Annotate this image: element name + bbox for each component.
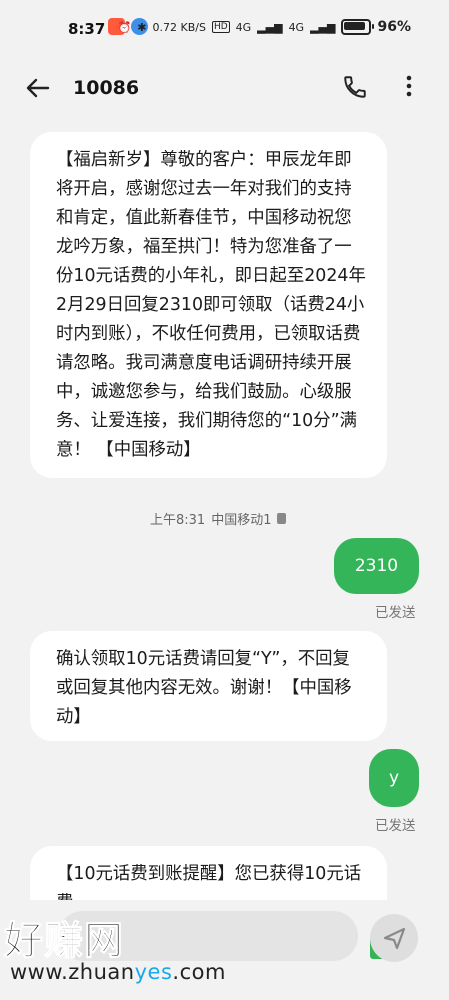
alarm-icon: ⏰ (117, 20, 132, 34)
sim-card-icon (277, 513, 287, 524)
signal-icon: ▂▄▆ (257, 20, 283, 34)
message-text: 【福启新岁】尊敬的客户：甲辰龙年即将开启，感谢您过去一年对我们的支持和肯定，值此… (56, 150, 366, 460)
send-button[interactable] (370, 914, 418, 962)
signal-left: 4G (235, 20, 252, 34)
back-arrow-icon[interactable] (24, 74, 54, 104)
watermark-logo: 好赚网 (3, 919, 125, 965)
bluetooth-icon: ✱ (137, 20, 147, 34)
incoming-message-bubble-2[interactable]: 确认领取10元话费请回复“Y”，不回复或回复其他内容无效。谢谢！【中国移动】 (30, 631, 387, 741)
net-speed: 0.72 KB/S (152, 20, 206, 34)
outgoing-text: 2310 (354, 556, 399, 576)
watermark-url-prefix: www.zhuan (10, 960, 135, 984)
timestamp-sim: 中国移动1 (211, 513, 272, 528)
watermark-url: www.zhuanyes.com (10, 960, 226, 984)
sent-status-2: 已发送 (375, 818, 416, 834)
more-options-icon[interactable] (396, 74, 422, 102)
outgoing-text-2: y (388, 768, 400, 788)
conversation-header: 10086 (0, 58, 449, 120)
phone-svg (344, 76, 366, 98)
incoming-message-bubble[interactable]: 【福启新岁】尊敬的客户：甲辰龙年即将开启，感谢您过去一年对我们的支持和肯定，值此… (30, 132, 387, 478)
outgoing-message-bubble-2[interactable]: y (369, 749, 419, 807)
back-arrow-svg (26, 78, 50, 98)
status-right-group: ⏰ ✱ 0.72 KB/S HD 4G ▂▄▆ 4G ▂▄▆ 96% (118, 19, 411, 35)
status-bar: 8:37 ⏰ ✱ 0.72 KB/S HD 4G ▂▄▆ 4G ▂▄▆ 96% (0, 0, 449, 58)
hd-icon: HD (211, 21, 230, 33)
phone-call-icon[interactable] (342, 74, 370, 102)
message-timestamp: 上午8:31 中国移动1 (150, 509, 287, 528)
signal-icon-2: ▂▄▆ (310, 20, 336, 34)
message-text-2: 确认领取10元话费请回复“Y”，不回复或回复其他内容无效。谢谢！【中国移动】 (56, 649, 352, 727)
watermark-url-accent: yes (134, 960, 173, 984)
more-svg (406, 75, 412, 97)
sent-status: 已发送 (375, 605, 416, 621)
send-icon (383, 927, 406, 950)
signal-right: 4G (288, 20, 305, 34)
watermark-url-suffix: .com (172, 960, 226, 984)
status-time: 8:37 (68, 20, 106, 38)
battery-icon (341, 19, 375, 35)
outgoing-message-bubble[interactable]: 2310 (334, 538, 419, 594)
contact-title: 10086 (73, 77, 140, 99)
battery-percent: 96% (377, 19, 411, 35)
timestamp-time: 上午8:31 (150, 513, 206, 528)
